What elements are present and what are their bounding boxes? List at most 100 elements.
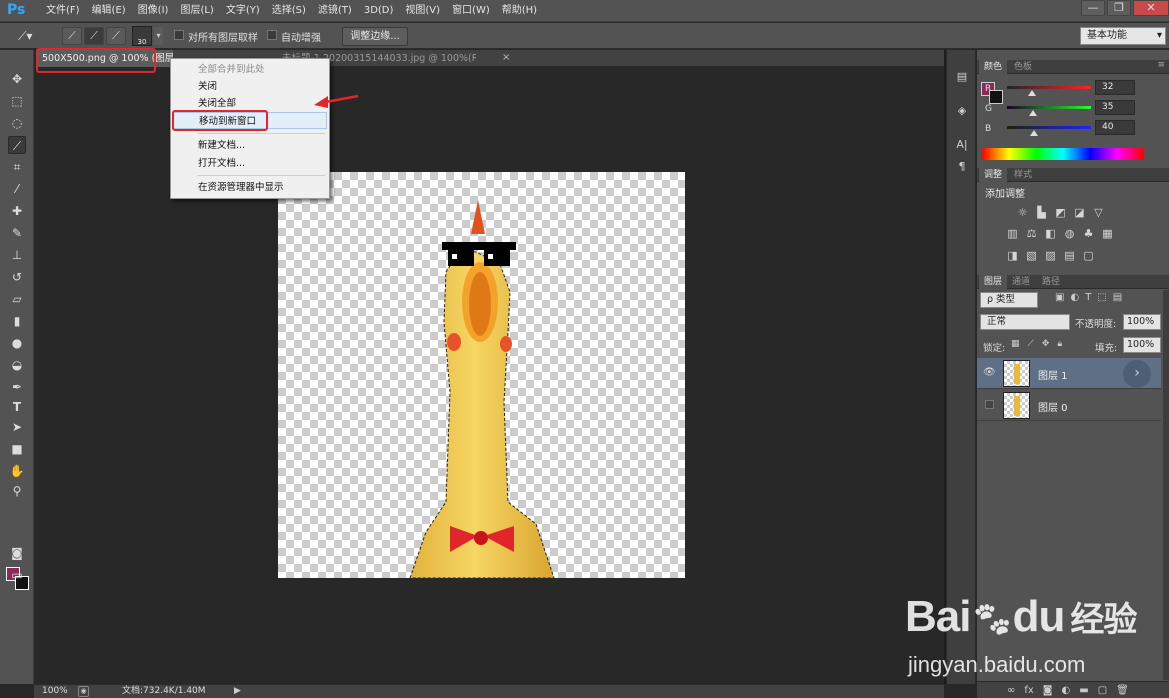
- auto-enhance-checkbox[interactable]: [267, 30, 277, 41]
- layer-name[interactable]: 图层 0: [1038, 399, 1068, 414]
- menu-window[interactable]: 窗口(W): [446, 0, 496, 22]
- menu-item-new-document[interactable]: 新建文档...: [173, 137, 327, 154]
- visibility-toggle[interactable]: [985, 400, 994, 409]
- zoom-level[interactable]: 100%: [42, 685, 68, 698]
- color-balance-icon[interactable]: ⚖: [1024, 226, 1039, 241]
- black-white-icon[interactable]: ◧: [1043, 226, 1058, 241]
- hue-saturation-icon[interactable]: ▥: [1005, 226, 1020, 241]
- quick-selection-tool-icon[interactable]: ⟋: [8, 136, 26, 154]
- character-panel-icon[interactable]: A|: [953, 136, 971, 154]
- color-spectrum[interactable]: [982, 148, 1144, 160]
- quick-mask-icon[interactable]: ◙: [8, 544, 26, 562]
- path-selection-tool-icon[interactable]: ➤: [8, 418, 26, 436]
- layers-scrollbar[interactable]: [1163, 290, 1169, 680]
- selective-color-icon[interactable]: ▢: [1081, 248, 1096, 263]
- menu-type[interactable]: 文字(Y): [220, 0, 266, 22]
- subtract-selection-brush-icon[interactable]: ⟋: [106, 27, 126, 45]
- red-slider[interactable]: [1007, 86, 1091, 89]
- menu-select[interactable]: 选择(S): [266, 0, 312, 22]
- panel-menu-icon[interactable]: ≡: [1157, 60, 1165, 70]
- add-selection-brush-icon[interactable]: ⟋: [84, 27, 104, 45]
- brush-dropdown-icon[interactable]: ▾: [154, 27, 163, 45]
- blur-tool-icon[interactable]: ●: [8, 334, 26, 352]
- tab-adjustments[interactable]: 调整: [979, 168, 1008, 182]
- red-value[interactable]: 32: [1095, 80, 1135, 95]
- lock-position-icon[interactable]: ✥: [1042, 339, 1050, 349]
- zoom-tool-icon[interactable]: ⚲: [8, 482, 26, 500]
- tab-channels[interactable]: 通道: [1007, 275, 1035, 289]
- tab-styles[interactable]: 样式: [1009, 168, 1037, 182]
- menu-view[interactable]: 视图(V): [399, 0, 446, 22]
- menu-file[interactable]: 文件(F): [40, 0, 86, 22]
- color-lookup-icon[interactable]: ▦: [1100, 226, 1115, 241]
- status-info-icon[interactable]: ◉: [78, 686, 89, 697]
- blend-mode-select[interactable]: 正常: [980, 314, 1070, 330]
- move-tool-icon[interactable]: ✥: [8, 70, 26, 88]
- brightness-icon[interactable]: ☼: [1015, 205, 1030, 220]
- crop-tool-icon[interactable]: ⌗: [8, 158, 26, 176]
- tab-layers[interactable]: 图层: [979, 275, 1008, 289]
- gradient-tool-icon[interactable]: ▮: [8, 312, 26, 330]
- blue-value[interactable]: 40: [1095, 120, 1135, 135]
- fill-input[interactable]: 100%: [1123, 337, 1161, 353]
- lasso-tool-icon[interactable]: ◌: [8, 114, 26, 132]
- levels-icon[interactable]: ▙: [1034, 205, 1049, 220]
- healing-brush-tool-icon[interactable]: ✚: [8, 202, 26, 220]
- posterize-icon[interactable]: ▧: [1024, 248, 1039, 263]
- channel-mixer-icon[interactable]: ♣: [1081, 226, 1096, 241]
- document-canvas[interactable]: [278, 172, 685, 578]
- invert-icon[interactable]: ◨: [1005, 248, 1020, 263]
- new-selection-brush-icon[interactable]: ⟋: [62, 27, 82, 45]
- restore-button[interactable]: ❐: [1107, 0, 1131, 16]
- menu-item-show-in-explorer[interactable]: 在资源管理器中显示: [173, 179, 327, 196]
- blue-slider-thumb[interactable]: [1030, 130, 1038, 136]
- vibrance-icon[interactable]: ▽: [1091, 205, 1106, 220]
- sample-all-layers-checkbox[interactable]: [174, 30, 184, 41]
- filter-smart-object-icon[interactable]: ▤: [1113, 292, 1122, 303]
- layer-name[interactable]: 图层 1: [1038, 367, 1068, 382]
- close-button[interactable]: ✕: [1133, 0, 1169, 16]
- filter-pixel-icon[interactable]: ▣: [1055, 292, 1064, 303]
- eraser-tool-icon[interactable]: ▱: [8, 290, 26, 308]
- hand-tool-icon[interactable]: ✋: [8, 462, 26, 480]
- red-slider-thumb[interactable]: [1028, 90, 1036, 96]
- clone-stamp-tool-icon[interactable]: ⊥: [8, 246, 26, 264]
- shape-tool-icon[interactable]: ■: [8, 440, 26, 458]
- menu-3d[interactable]: 3D(D): [358, 0, 400, 22]
- eye-icon[interactable]: 👁︎: [983, 367, 996, 379]
- paragraph-panel-icon[interactable]: ¶: [953, 158, 971, 176]
- layer-row-0[interactable]: 图层 0: [977, 390, 1161, 421]
- layer-row-1[interactable]: 👁︎ 图层 1 ›: [977, 358, 1161, 389]
- menu-layer[interactable]: 图层(L): [174, 0, 219, 22]
- history-panel-icon[interactable]: ▤: [953, 68, 971, 86]
- exposure-icon[interactable]: ◪: [1072, 205, 1087, 220]
- minimize-button[interactable]: —: [1081, 0, 1105, 16]
- marquee-tool-icon[interactable]: ⬚: [8, 92, 26, 110]
- brush-tool-icon[interactable]: ✎: [8, 224, 26, 242]
- type-tool-icon[interactable]: T: [8, 398, 26, 416]
- menu-image[interactable]: 图像(I): [132, 0, 175, 22]
- quick-selection-preset-icon[interactable]: ⟋▾: [18, 27, 40, 45]
- status-menu-arrow-icon[interactable]: ▶: [234, 685, 241, 698]
- lock-transparent-icon[interactable]: ▦: [1011, 339, 1020, 349]
- filter-type-icon[interactable]: T: [1085, 292, 1091, 303]
- filter-adjustment-icon[interactable]: ◐: [1070, 292, 1079, 303]
- menu-edit[interactable]: 编辑(E): [86, 0, 132, 22]
- menu-filter[interactable]: 滤镜(T): [312, 0, 358, 22]
- green-slider[interactable]: [1007, 106, 1091, 109]
- screen-mode-icon[interactable]: ▭: [8, 566, 26, 584]
- menu-item-close[interactable]: 关闭: [173, 78, 327, 95]
- lock-pixels-icon[interactable]: ⟋: [1028, 339, 1034, 349]
- layer-filter-select[interactable]: ρ 类型: [980, 292, 1038, 308]
- pen-tool-icon[interactable]: ✒: [8, 378, 26, 396]
- tab-swatches[interactable]: 色板: [1009, 60, 1037, 74]
- curves-icon[interactable]: ◩: [1053, 205, 1068, 220]
- close-tab-icon[interactable]: ×: [502, 52, 510, 63]
- eyedropper-tool-icon[interactable]: ⁄: [8, 180, 26, 198]
- green-slider-thumb[interactable]: [1029, 110, 1037, 116]
- actions-panel-icon[interactable]: ◈: [953, 102, 971, 120]
- lock-all-icon[interactable]: 🔒︎: [1057, 339, 1062, 349]
- workspace-select[interactable]: 基本功能 ▾: [1080, 27, 1166, 45]
- refine-edge-button[interactable]: 调整边缘...: [342, 27, 408, 46]
- tab-color[interactable]: 颜色: [979, 60, 1008, 74]
